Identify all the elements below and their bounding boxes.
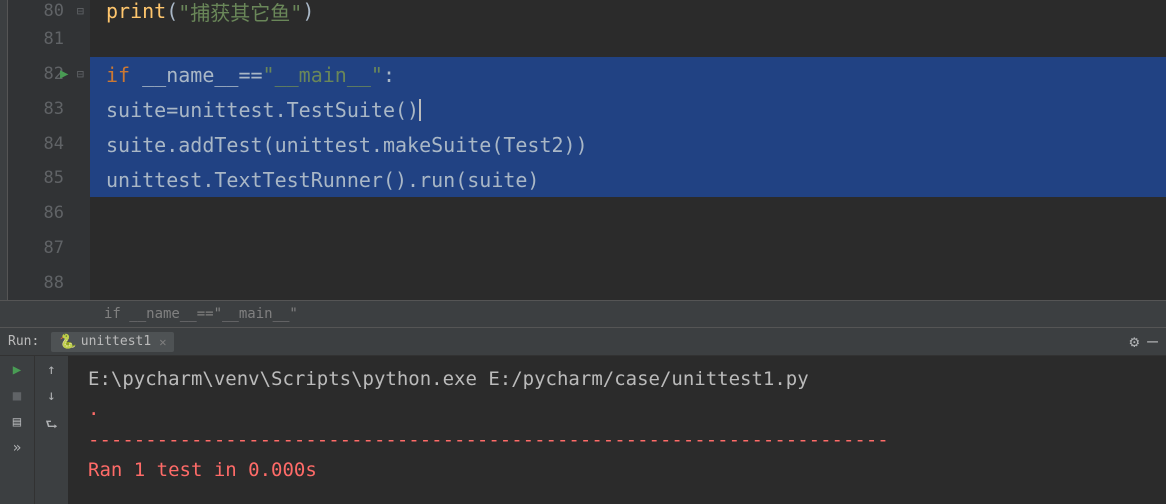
minimize-icon[interactable]: — xyxy=(1147,331,1158,352)
code-line[interactable]: print("捕获其它鱼") xyxy=(90,0,1166,22)
line-number-gutter: 80⊟8182▶⊟838485868788 xyxy=(8,0,90,300)
gutter-row[interactable]: 84 xyxy=(8,126,82,161)
code-token: suite=unittest.TestSuite() xyxy=(106,98,419,122)
python-icon: 🐍 xyxy=(59,334,76,350)
scroll-up-icon[interactable]: ↑ xyxy=(47,362,55,378)
text-cursor xyxy=(419,99,421,121)
code-token: unittest.TextTestRunner().run(suite) xyxy=(106,168,539,192)
run-label: Run: xyxy=(8,334,39,349)
run-toolbar-primary: ▶ ■ ▤ » xyxy=(0,356,34,504)
code-line[interactable] xyxy=(90,197,1166,232)
breadcrumb-bar[interactable]: if __name__=="__main__" xyxy=(0,300,1166,328)
code-token: __name__== xyxy=(130,63,262,87)
code-token: "__main__" xyxy=(263,63,383,87)
code-line[interactable] xyxy=(90,232,1166,267)
line-number: 80 xyxy=(44,1,64,21)
console-line: . xyxy=(88,394,1146,424)
breadcrumb-text: if __name__=="__main__" xyxy=(104,306,298,322)
line-number: 87 xyxy=(44,238,64,258)
gutter-row[interactable]: 87 xyxy=(8,230,82,265)
gutter-row[interactable]: 81 xyxy=(8,22,82,57)
code-token: : xyxy=(383,63,395,87)
console-line: E:\pycharm\venv\Scripts\python.exe E:/py… xyxy=(88,364,1146,394)
code-token: "捕获其它鱼" xyxy=(178,0,302,26)
run-line-icon[interactable]: ▶ xyxy=(60,66,68,82)
run-tool-window: Run: 🐍 unittest1 ✕ ⚙ — ▶ ■ ▤ » ↑ ↓ ⮑ E:\… xyxy=(0,328,1166,504)
code-line[interactable] xyxy=(90,267,1166,302)
code-token: suite.addTest(unittest.makeSuite(Test2)) xyxy=(106,133,588,157)
line-number: 85 xyxy=(44,168,64,188)
console-output[interactable]: E:\pycharm\venv\Scripts\python.exe E:/py… xyxy=(68,356,1166,504)
close-tab-icon[interactable]: ✕ xyxy=(159,335,166,349)
gutter-row[interactable]: 83 xyxy=(8,91,82,126)
code-line[interactable]: if __name__=="__main__": xyxy=(90,57,1166,92)
gutter-row[interactable]: 86 xyxy=(8,196,82,231)
line-number: 88 xyxy=(44,273,64,293)
fold-icon[interactable]: ⊟ xyxy=(77,67,84,81)
fold-icon[interactable]: ⊟ xyxy=(77,4,84,18)
code-token: ) xyxy=(302,0,314,23)
code-line[interactable]: suite.addTest(unittest.makeSuite(Test2)) xyxy=(90,127,1166,162)
gutter-row[interactable]: 82▶⊟ xyxy=(8,57,82,92)
left-gutter-strip xyxy=(0,0,8,300)
gutter-row[interactable]: 88 xyxy=(8,265,82,300)
more-icon[interactable]: » xyxy=(13,440,21,456)
layout-icon[interactable]: ▤ xyxy=(13,414,21,430)
code-token: print xyxy=(106,0,166,23)
soft-wrap-icon[interactable]: ⮑ xyxy=(45,414,58,438)
rerun-icon[interactable]: ▶ xyxy=(13,362,21,378)
run-body: ▶ ■ ▤ » ↑ ↓ ⮑ E:\pycharm\venv\Scripts\py… xyxy=(0,356,1166,504)
code-line[interactable]: suite=unittest.TestSuite() xyxy=(90,92,1166,127)
code-token: ( xyxy=(166,0,178,23)
line-number: 83 xyxy=(44,99,64,119)
run-tab-bar: Run: 🐍 unittest1 ✕ ⚙ — xyxy=(0,328,1166,356)
console-line: ----------------------------------------… xyxy=(88,425,1146,455)
line-number: 84 xyxy=(44,134,64,154)
run-tab-name: unittest1 xyxy=(81,334,151,349)
stop-icon[interactable]: ■ xyxy=(13,388,21,404)
code-line[interactable]: unittest.TextTestRunner().run(suite) xyxy=(90,162,1166,197)
scroll-down-icon[interactable]: ↓ xyxy=(47,388,55,404)
editor-container: 80⊟8182▶⊟838485868788 print("捕获其它鱼")if _… xyxy=(0,0,1166,300)
gutter-row[interactable]: 80 ⊟ xyxy=(8,0,82,22)
code-line[interactable] xyxy=(90,22,1166,57)
console-line: Ran 1 test in 0.000s xyxy=(88,455,1146,485)
run-toolbar-secondary: ↑ ↓ ⮑ xyxy=(34,356,68,504)
line-number: 86 xyxy=(44,203,64,223)
code-editor-area[interactable]: print("捕获其它鱼") if __name__=="__main__": s… xyxy=(90,0,1166,300)
code-token: if xyxy=(106,63,130,87)
gutter-row[interactable]: 85 xyxy=(8,161,82,196)
gear-icon[interactable]: ⚙ xyxy=(1130,332,1140,351)
run-tab-unittest1[interactable]: 🐍 unittest1 ✕ xyxy=(51,332,174,352)
line-number: 81 xyxy=(44,29,64,49)
